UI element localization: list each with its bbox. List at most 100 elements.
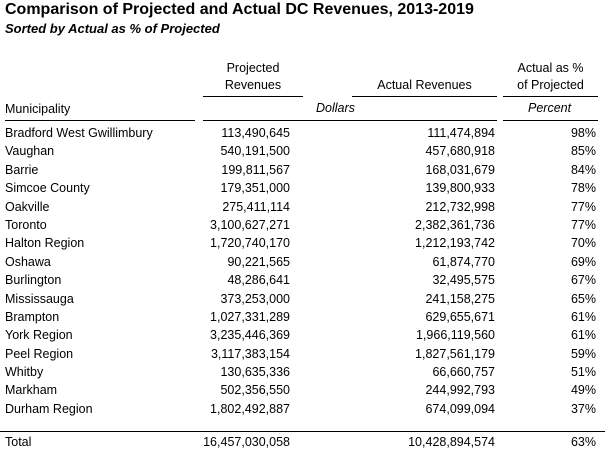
projected-cell: 502,356,550 [220,383,290,398]
unit-dollars: Dollars [316,101,355,115]
pct-cell: 77% [570,199,596,214]
projected-cell: 3,117,383,154 [210,346,290,361]
actual-cell: 241,158,275 [425,291,495,306]
unit-percent: Percent [528,101,572,115]
actual-cell: 61,874,770 [432,254,495,269]
table-row: Brampton 1,027,331,289 629,655,671 61% [0,308,605,326]
projected-cell: 3,100,627,271 [210,217,290,232]
header-projected-line1: Projected [226,61,280,75]
municipality-cell: Bradford West Gwillimbury [5,126,153,140]
actual-cell: 139,800,933 [425,181,495,196]
actual-cell: 1,827,561,179 [415,346,495,361]
total-row: Total 16,457,030,058 10,428,894,574 63% [0,433,605,451]
table-row: Simcoe County 179,351,000 139,800,933 78% [0,179,605,197]
table-row: Whitby 130,635,336 66,660,757 51% [0,363,605,381]
actual-cell: 1,212,193,742 [415,236,495,251]
projected-cell: 1,027,331,289 [210,309,290,324]
projected-cell: 275,411,114 [222,199,290,214]
report-page: Comparison of Projected and Actual DC Re… [0,0,605,456]
actual-cell: 212,732,998 [425,199,495,214]
projected-cell: 113,490,645 [221,126,290,140]
pct-cell: 51% [570,365,596,380]
total-projected: 16,457,030,058 [203,435,290,449]
pct-cell: 67% [570,273,596,288]
pct-cell: 37% [570,401,596,416]
actual-cell: 674,099,094 [425,401,495,416]
header-projected-line2: Revenues [224,78,282,92]
pct-cell: 77% [570,217,596,232]
header-municipality: Municipality [5,102,71,116]
projected-cell: 48,286,641 [227,273,290,288]
pct-cell: 65% [570,291,596,306]
pct-cell: 61% [570,309,596,324]
actual-cell: 32,495,575 [432,273,495,288]
total-pct: 63% [570,435,596,449]
total-actual: 10,428,894,574 [408,435,495,449]
projected-cell: 3,235,446,369 [210,328,290,343]
projected-cell: 373,253,000 [220,291,290,306]
header-rule-percent [503,120,598,121]
table-row: Oshawa 90,221,565 61,874,770 69% [0,253,605,271]
header-pct-line2: of Projected [517,78,584,92]
pct-cell: 78% [570,181,596,196]
municipality-cell: Mississauga [5,291,74,306]
pct-cell: 84% [570,162,596,177]
municipality-cell: Oakville [5,199,50,214]
table-row: Oakville 275,411,114 212,732,998 77% [0,198,605,216]
municipality-cell: Oshawa [5,254,51,269]
header-rule-pct [503,96,598,97]
municipality-cell: Halton Region [5,236,85,251]
projected-cell: 179,351,000 [220,181,290,196]
actual-cell: 111,474,894 [427,126,495,140]
projected-cell: 1,802,492,887 [210,401,290,416]
municipality-cell: Vaughan [5,144,55,159]
municipality-cell: Durham Region [5,401,93,416]
pct-cell: 70% [570,236,596,251]
municipality-cell: Peel Region [5,346,74,361]
table-row: Bradford West Gwillimbury 113,490,645 111,… [0,124,605,142]
projected-cell: 1,720,740,170 [210,236,290,251]
municipality-cell: Simcoe County [5,181,90,196]
actual-cell: 168,031,679 [425,162,495,177]
table-row: Peel Region 3,117,383,154 1,827,561,179 59% [0,345,605,363]
municipality-cell: Markham [5,383,58,398]
municipality-cell: York Region [5,328,73,343]
report-title: Comparison of Projected and Actual DC Re… [5,1,474,18]
header-rule-municipality [5,120,195,121]
table-row: Toronto 3,100,627,271 2,382,361,736 77% [0,216,605,234]
table-row: Mississauga 373,253,000 241,158,275 65% [0,290,605,308]
pct-cell: 61% [570,328,596,343]
pct-cell: 59% [570,346,596,361]
pct-cell: 98% [570,126,596,140]
projected-cell: 540,191,500 [220,144,290,159]
projected-cell: 130,635,336 [220,365,290,380]
header-rule-projected [203,96,303,97]
actual-cell: 2,382,361,736 [415,217,495,232]
actual-cell: 244,992,793 [425,383,495,398]
data-rows: Bradford West Gwillimbury 113,490,645 111,… [0,124,605,418]
table-row: York Region 3,235,446,369 1,966,119,560 61% [0,326,605,344]
pct-cell: 85% [570,144,596,159]
report-subtitle: Sorted by Actual as % of Projected [5,21,220,36]
municipality-cell: Barrie [5,162,39,177]
header-pct-line1: Actual as % [517,61,584,75]
header-rule-dollars [203,120,497,121]
pct-cell: 69% [570,254,596,269]
total-rule [0,431,605,432]
table-row: Durham Region 1,802,492,887 674,099,094 37% [0,400,605,418]
actual-cell: 629,655,671 [425,309,495,324]
actual-cell: 457,680,918 [425,144,495,159]
actual-cell: 66,660,757 [432,365,495,380]
actual-cell: 1,966,119,560 [415,328,495,343]
municipality-cell: Toronto [5,217,47,232]
projected-cell: 199,811,567 [221,162,290,177]
table-row: Markham 502,356,550 244,992,793 49% [0,381,605,399]
municipality-cell: Burlington [5,273,62,288]
pct-cell: 49% [570,383,596,398]
header-actual: Actual Revenues [377,78,472,92]
municipality-cell: Whitby [5,365,44,380]
table-row: Halton Region 1,720,740,170 1,212,193,742 7… [0,234,605,252]
table-row: Burlington 48,286,641 32,495,575 67% [0,271,605,289]
municipality-cell: Brampton [5,309,60,324]
projected-cell: 90,221,565 [227,254,290,269]
